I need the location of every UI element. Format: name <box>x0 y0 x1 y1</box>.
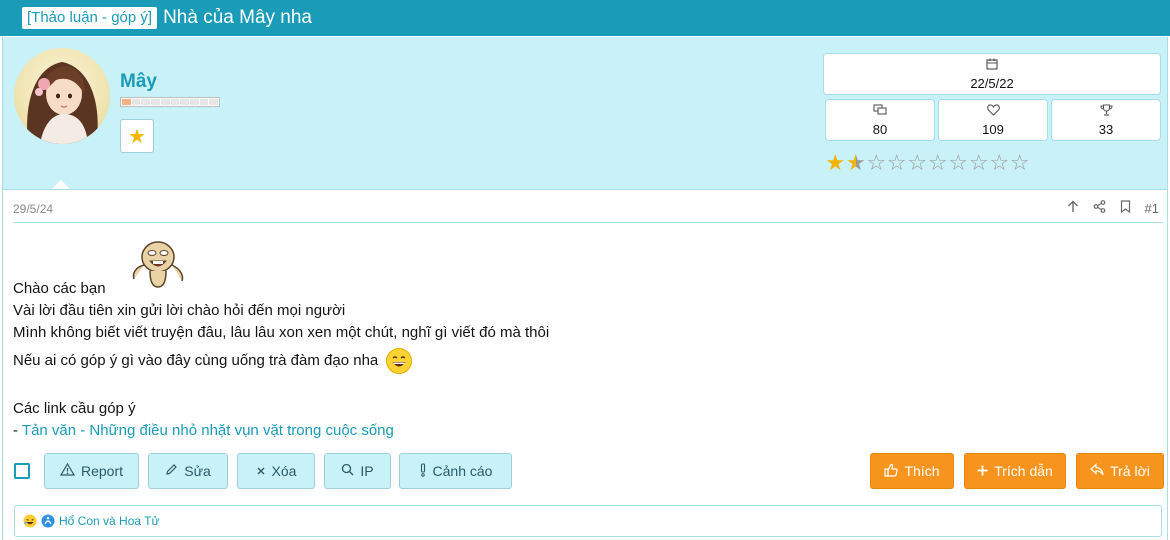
reply-label: Trả lời <box>1110 463 1150 479</box>
warn-button[interactable]: Cảnh cáo <box>399 453 512 489</box>
user-rating-stars: ★ ★ ☆ ☆ ☆ ☆ ☆ ☆ ☆ ☆ <box>825 152 1030 174</box>
arrow-up-icon[interactable] <box>1067 200 1079 217</box>
like-button[interactable]: Thích <box>870 453 954 489</box>
rating-star-icon: ☆ <box>989 150 1010 175</box>
rating-star-icon: ☆ <box>886 150 907 175</box>
progress-segment <box>199 99 209 105</box>
progress-segment <box>189 99 199 105</box>
close-icon <box>256 463 266 479</box>
plus-icon <box>977 463 988 479</box>
edit-button[interactable]: Sửa <box>148 453 228 489</box>
progress-segment <box>151 99 160 105</box>
user-info-panel: Mây ★ 22/5/22 80 109 33 ★ ★ ☆ ☆ ☆ ☆ ☆ ☆ … <box>2 37 1168 189</box>
grinning-emoji-icon <box>386 348 413 374</box>
laughing-reaction-icon <box>23 514 37 528</box>
messages-box[interactable]: 80 <box>825 99 935 141</box>
thumbs-up-icon <box>884 463 899 480</box>
progress-segment <box>209 99 219 105</box>
progress-segment <box>180 99 189 105</box>
reaction-users[interactable]: Hổ Con và Hoa Tử <box>59 514 160 528</box>
user-level-progress <box>120 97 220 107</box>
rating-star-icon: ☆ <box>927 150 948 175</box>
exclamation-icon <box>419 462 427 480</box>
trophy-icon <box>1099 103 1113 119</box>
select-post-checkbox[interactable] <box>14 463 30 479</box>
star-icon: ★ <box>128 125 146 148</box>
joined-date-box: 22/5/22 <box>823 53 1161 95</box>
story-link[interactable]: Tản văn - Những điều nhỏ nhặt vụn vặt tr… <box>22 422 394 439</box>
post-line-greeting: Chào các bạn <box>13 280 106 297</box>
report-label: Report <box>80 463 124 479</box>
reply-icon <box>1090 463 1104 479</box>
reply-button[interactable]: Trả lời <box>1076 453 1164 489</box>
trophies-count: 33 <box>1098 121 1114 137</box>
delete-button[interactable]: Xóa <box>237 453 315 489</box>
messages-icon <box>873 103 887 119</box>
joined-date: 22/5/22 <box>970 75 1014 91</box>
rating-star-icon: ☆ <box>907 150 928 175</box>
reactions-box[interactable]: 109 <box>938 99 1048 141</box>
quote-label: Trích dẫn <box>994 463 1053 479</box>
post-number[interactable]: #1 <box>1145 201 1159 217</box>
ip-button[interactable]: IP <box>324 453 391 489</box>
calendar-icon <box>986 58 998 73</box>
progress-segment <box>160 99 170 105</box>
thread-title-bar: [Thảo luận - góp ý] Nhà của Mây nha <box>0 0 1170 36</box>
user-badge[interactable]: ★ <box>120 119 154 153</box>
post-line-text: Nếu ai có góp ý gì vào đây cùng uống trà… <box>13 351 379 369</box>
rating-star-icon: ☆ <box>968 150 989 175</box>
rating-star-icon: ☆ <box>1009 150 1030 175</box>
warn-label: Cảnh cáo <box>432 463 493 479</box>
post-line: Vài lời đầu tiên xin gửi lời chào hỏi đế… <box>13 302 346 319</box>
warning-icon <box>59 462 76 479</box>
post-line: Các link cầu góp ý <box>13 400 136 417</box>
post-line: Nếu ai có góp ý gì vào đây cùng uống trà… <box>13 348 413 374</box>
post-actions: #1 <box>1067 200 1159 217</box>
rating-star-icon: ★ <box>825 150 846 175</box>
progress-segment <box>170 99 180 105</box>
progress-segment <box>131 99 141 105</box>
trophies-box[interactable]: 33 <box>1051 99 1161 141</box>
sad-reaction-icon <box>41 514 55 528</box>
like-label: Thích <box>904 463 940 479</box>
progress-segment <box>122 99 131 105</box>
post-line-link: - Tản văn - Những điều nhỏ nhặt vụn vặt … <box>13 420 394 442</box>
post-divider <box>13 222 1163 223</box>
pencil-icon <box>165 463 178 479</box>
ip-label: IP <box>360 463 374 479</box>
post-date[interactable]: 29/5/24 <box>13 202 53 216</box>
post-line: Mình không biết viết truyện đâu, lâu lâu… <box>13 324 550 341</box>
bookmark-icon[interactable] <box>1120 200 1131 217</box>
link-prefix: - <box>13 422 22 439</box>
rating-star-icon: ☆ <box>948 150 969 175</box>
thread-prefix-label[interactable]: [Thảo luận - góp ý] <box>22 7 158 29</box>
progress-segment <box>141 99 151 105</box>
username[interactable]: Mây <box>120 71 157 93</box>
post: 29/5/24 #1 Chào các bạn Vài lời đầu tiên… <box>2 189 1168 540</box>
edit-label: Sửa <box>184 463 211 479</box>
report-button[interactable]: Report <box>44 453 139 489</box>
quote-button[interactable]: Trích dẫn <box>964 453 1066 489</box>
reactions-count: 109 <box>982 121 1004 137</box>
avatar[interactable] <box>14 48 110 144</box>
reactions-bar[interactable]: Hổ Con và Hoa Tử <box>14 505 1162 537</box>
heart-icon <box>986 103 1000 119</box>
share-icon[interactable] <box>1093 200 1106 217</box>
search-icon <box>341 463 354 479</box>
rating-star-icon: ☆ <box>866 150 887 175</box>
rating-star-icon: ★ <box>845 150 866 175</box>
delete-label: Xóa <box>271 463 297 479</box>
laughing-sticker-icon <box>128 237 186 289</box>
messages-count: 80 <box>872 121 888 137</box>
avatar-illustration <box>27 62 98 144</box>
thread-title: Nhà của Mây nha <box>163 7 312 28</box>
